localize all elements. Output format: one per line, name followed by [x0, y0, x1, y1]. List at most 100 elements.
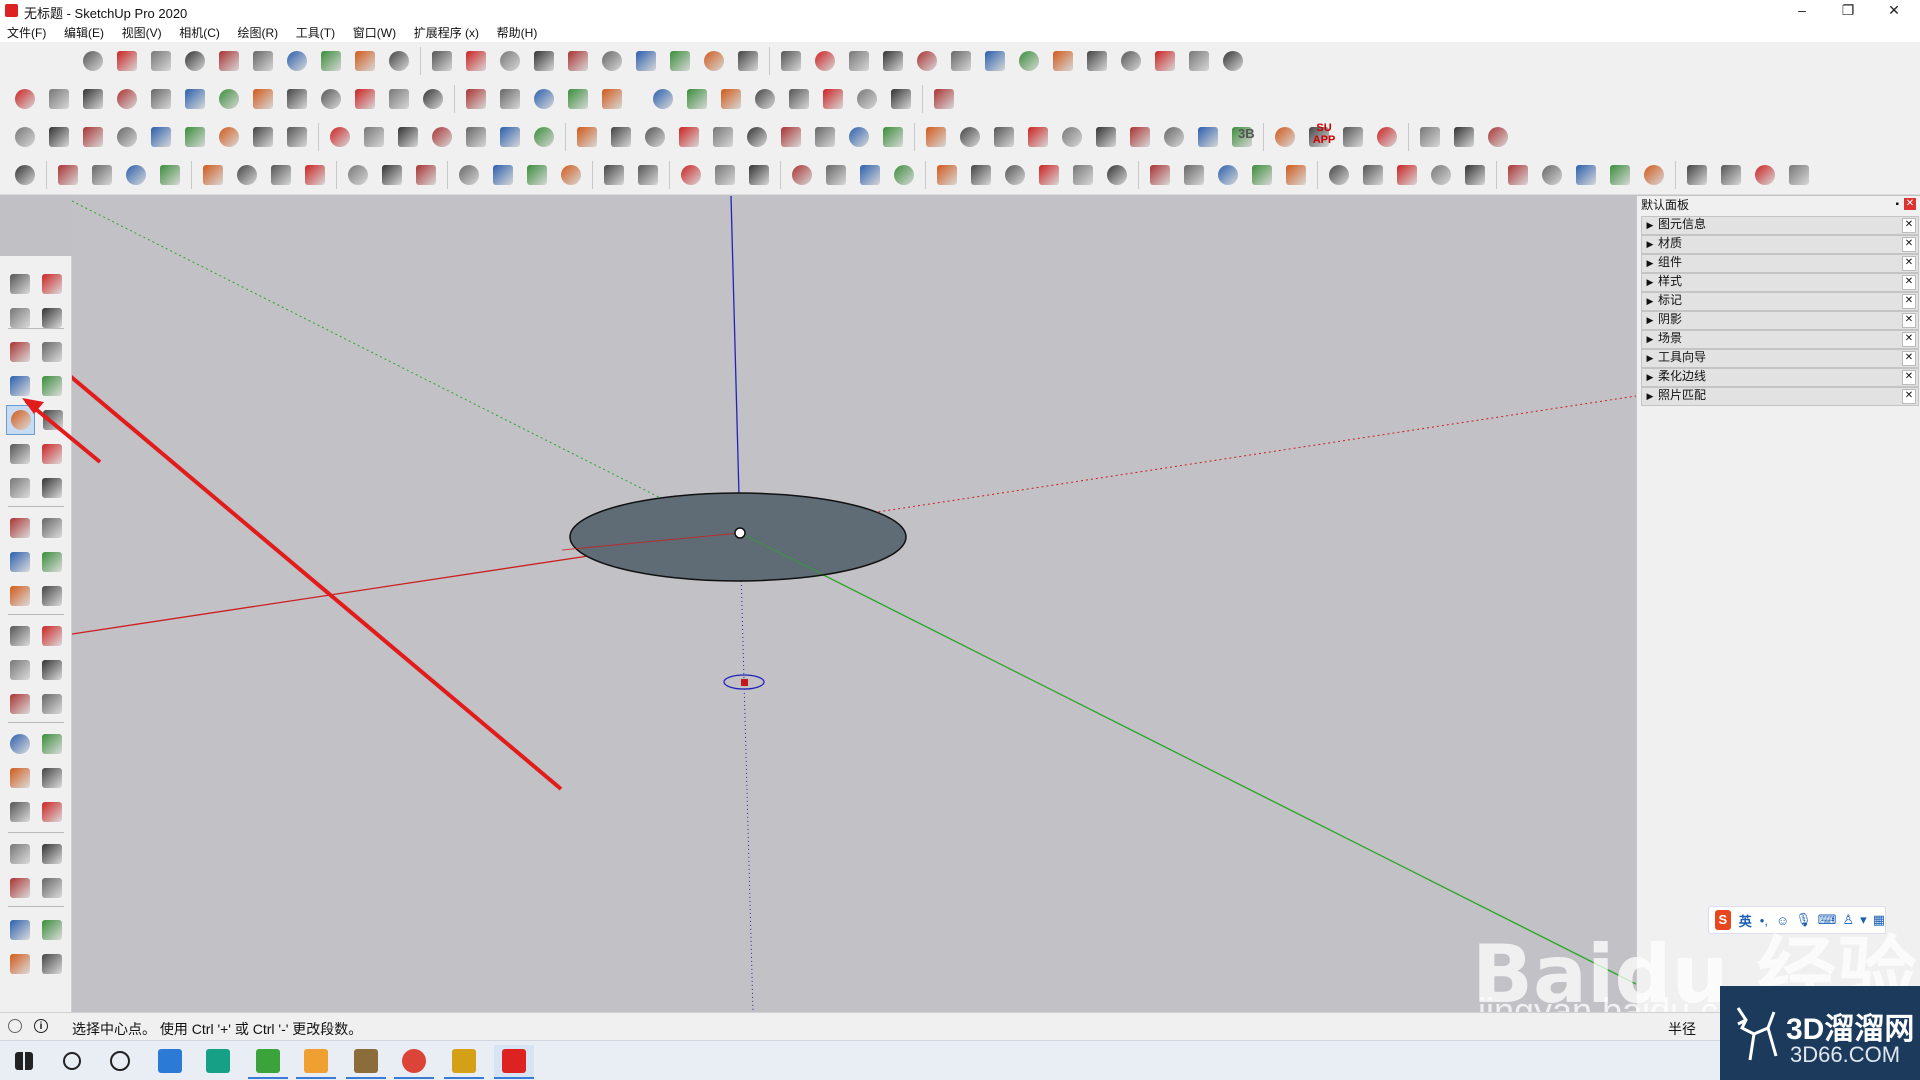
share-model-tool-button[interactable]: [6, 950, 34, 978]
curve-draw-icon-button[interactable]: [750, 84, 780, 114]
panel-close-icon[interactable]: ✕: [1902, 313, 1916, 328]
view-tool-icon-button[interactable]: [572, 122, 602, 152]
main-tool-icon-button[interactable]: [1460, 160, 1490, 190]
tray-pin-icon[interactable]: ▪: [1895, 196, 1899, 214]
view-tool-icon-button[interactable]: [1270, 122, 1300, 152]
main-tool-icon-button[interactable]: [121, 160, 151, 190]
extension-tool-icon-button[interactable]: [563, 46, 593, 76]
extension-tool-icon-button[interactable]: [214, 46, 244, 76]
view-tool-icon-button[interactable]: [529, 122, 559, 152]
view-tool-icon-button[interactable]: [989, 122, 1019, 152]
panel-close-icon[interactable]: ✕: [1902, 351, 1916, 366]
panel-close-icon[interactable]: ✕: [1902, 389, 1916, 404]
menu-window[interactable]: 窗口(W): [346, 22, 403, 41]
main-tool-icon-button[interactable]: [1179, 160, 1209, 190]
main-tool-icon-button[interactable]: [1281, 160, 1311, 190]
freehand-tool-button[interactable]: [38, 338, 66, 366]
panel-close-icon[interactable]: ✕: [1902, 275, 1916, 290]
chrome-taskbar-button[interactable]: [394, 1045, 434, 1079]
protractor-tool-button[interactable]: [6, 656, 34, 684]
pie-tool-button[interactable]: [38, 474, 66, 502]
curve-draw-icon-button[interactable]: [461, 84, 491, 114]
extension-tool-icon-button[interactable]: [427, 46, 457, 76]
extension-tool-icon-button[interactable]: [1082, 46, 1112, 76]
panel-close-icon[interactable]: ✕: [1902, 370, 1916, 385]
curve-draw-icon-button[interactable]: [282, 84, 312, 114]
curve-draw-icon-button[interactable]: [716, 84, 746, 114]
view-tool-icon-button[interactable]: [955, 122, 985, 152]
su-app-label[interactable]: SU APP: [1310, 122, 1338, 146]
extension-tool-icon-button[interactable]: [495, 46, 525, 76]
main-tool-icon-button[interactable]: [1102, 160, 1132, 190]
main-tool-icon-button[interactable]: [744, 160, 774, 190]
pencil-tool-button[interactable]: [6, 338, 34, 366]
view-tool-icon-button[interactable]: [640, 122, 670, 152]
main-tool-icon-button[interactable]: [343, 160, 373, 190]
minimize-button[interactable]: –: [1780, 0, 1824, 22]
main-tool-icon-button[interactable]: [556, 160, 586, 190]
view-tool-icon-button[interactable]: [1415, 122, 1445, 152]
extension-tool-icon-button[interactable]: [1014, 46, 1044, 76]
view-tool-icon-button[interactable]: [844, 122, 874, 152]
tape-measure-tool-button[interactable]: [6, 622, 34, 650]
extension-tool-icon-button[interactable]: [529, 46, 559, 76]
curve-draw-icon-button[interactable]: [112, 84, 142, 114]
curve-draw-icon-button[interactable]: [316, 84, 346, 114]
tray-close-icon[interactable]: ✕: [1904, 198, 1916, 210]
extension-tool-icon-button[interactable]: [350, 46, 380, 76]
follow-me-tool-button[interactable]: [38, 548, 66, 576]
view-tool-icon-button[interactable]: [708, 122, 738, 152]
view-tool-icon-button[interactable]: [10, 122, 40, 152]
curve-draw-icon-button[interactable]: [214, 84, 244, 114]
menu-file[interactable]: 文件(F): [0, 22, 53, 41]
extension-tool-icon-button[interactable]: [878, 46, 908, 76]
view-tool-icon-button[interactable]: [810, 122, 840, 152]
main-tool-icon-button[interactable]: [1324, 160, 1354, 190]
view-tool-icon-button[interactable]: [1483, 122, 1513, 152]
curve-draw-icon-button[interactable]: [682, 84, 712, 114]
menu-tools[interactable]: 工具(T): [289, 22, 342, 41]
main-tool-icon-button[interactable]: [1358, 160, 1388, 190]
view-tool-icon-button[interactable]: [742, 122, 772, 152]
curve-draw-icon-button[interactable]: [10, 84, 40, 114]
extension-tool-icon-button[interactable]: [384, 46, 414, 76]
panel-close-icon[interactable]: ✕: [1902, 256, 1916, 271]
close-button[interactable]: ✕: [1872, 0, 1916, 22]
curve-draw-icon-button[interactable]: [784, 84, 814, 114]
curve-draw-icon-button[interactable]: [350, 84, 380, 114]
main-tool-icon-button[interactable]: [1034, 160, 1064, 190]
offset-tool-button[interactable]: [38, 582, 66, 610]
main-tool-icon-button[interactable]: [889, 160, 919, 190]
main-tool-icon-button[interactable]: [198, 160, 228, 190]
main-tool-icon-button[interactable]: [633, 160, 663, 190]
menu-edit[interactable]: 编辑(E): [57, 22, 111, 41]
move-tool-button[interactable]: [6, 514, 34, 542]
autocad-taskbar-button[interactable]: [198, 1045, 238, 1077]
zoom-extents-tool-button[interactable]: [6, 798, 34, 826]
curve-draw-icon-button[interactable]: [852, 84, 882, 114]
view-tool-icon-button[interactable]: [112, 122, 142, 152]
three-point-arc-tool-button[interactable]: [6, 474, 34, 502]
task-view-taskbar-button[interactable]: [100, 1045, 140, 1077]
main-tool-icon-button[interactable]: [787, 160, 817, 190]
main-tool-icon-button[interactable]: [232, 160, 262, 190]
tray-panel-0[interactable]: ▶ 图元信息 ✕: [1641, 216, 1919, 235]
main-tool-icon-button[interactable]: [1682, 160, 1712, 190]
main-tool-icon-button[interactable]: [1639, 160, 1669, 190]
main-tool-icon-button[interactable]: [87, 160, 117, 190]
extension-tool-icon-button[interactable]: [1048, 46, 1078, 76]
view-tool-icon-button[interactable]: [1193, 122, 1223, 152]
ruby-tool-button[interactable]: [38, 950, 66, 978]
sketchup-taskbar-taskbar-button[interactable]: [494, 1045, 534, 1079]
tray-panel-1[interactable]: ▶ 材质 ✕: [1641, 235, 1919, 254]
view-tool-icon-button[interactable]: [878, 122, 908, 152]
extension-tool-icon-button[interactable]: [1116, 46, 1146, 76]
menu-draw[interactable]: 绘图(R): [231, 22, 286, 41]
curve-draw-icon-button[interactable]: [929, 84, 959, 114]
extension-tool-icon-button[interactable]: [1184, 46, 1214, 76]
main-tool-icon-button[interactable]: [1537, 160, 1567, 190]
geo-location-icon[interactable]: [8, 1019, 22, 1033]
zoom-tool-button[interactable]: [6, 764, 34, 792]
curve-draw-icon-button[interactable]: [648, 84, 678, 114]
main-tool-icon-button[interactable]: [155, 160, 185, 190]
